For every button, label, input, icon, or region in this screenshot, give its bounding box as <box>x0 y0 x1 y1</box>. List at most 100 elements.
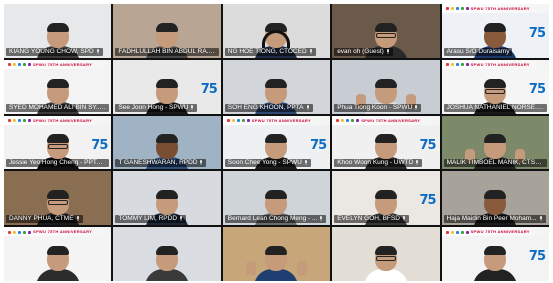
thumbs-up-hand <box>246 260 257 275</box>
confetti-icon <box>28 63 31 67</box>
participant-tile[interactable]: NG HOE TIONG, CTOCED <box>222 4 331 58</box>
microphone-icon <box>103 160 106 166</box>
confetti-icon <box>450 7 454 11</box>
confetti-icon <box>455 7 459 11</box>
participant-tile[interactable]: Phua Tiong Koon - SPWU <box>332 59 440 114</box>
confetti-icon <box>23 230 26 234</box>
confetti-icon <box>246 119 250 123</box>
microphone-icon <box>306 104 309 110</box>
microphone-icon <box>320 216 323 222</box>
banner-text: SPWU 75TH ANNIVERSARY <box>33 61 93 67</box>
participant-tile[interactable]: Haja Maidin Bin Peer Moham... <box>441 171 549 226</box>
confetti-icon <box>23 63 26 67</box>
microphone-icon <box>543 104 546 110</box>
anniversary-logo: 75 <box>200 81 218 97</box>
glasses-icon <box>485 88 506 94</box>
confetti-icon <box>351 119 355 123</box>
participant-name: Haja Maidin Bin Peer Moham... <box>446 215 537 223</box>
participant-name-label: DANNY PHUA, CTME <box>6 215 83 224</box>
anniversary-banner: SPWU 75TH ANNIVERSARY <box>4 115 112 125</box>
confetti-icon <box>241 119 245 123</box>
participant-hair <box>46 190 69 200</box>
anniversary-banner: SPWU 75TH ANNIVERSARY <box>441 4 549 13</box>
participant-tile[interactable]: TOMMY LIM, RPDD <box>113 171 221 226</box>
participant-name-label: Arasu S/O Duraisamy <box>443 47 513 56</box>
confetti-icon <box>341 119 345 123</box>
participant-hair <box>484 22 507 32</box>
confetti-icon <box>8 230 11 234</box>
participant-tile[interactable]: MALIK TIMBOEL MANIK, CTSR <box>441 115 549 170</box>
participant-hair <box>374 134 397 144</box>
participant-tile[interactable]: SPWU 75TH ANNIVERSARY <box>4 227 112 281</box>
participant-name-label: Khoo Woon Kung - UWTD <box>334 159 423 168</box>
participant-tile[interactable]: evan oh (Guest) <box>332 4 440 58</box>
participant-video-avatar <box>363 245 408 281</box>
confetti-icon <box>231 119 235 123</box>
participant-name: Soon Chee Yong - SPWU <box>227 159 302 167</box>
participant-hair <box>156 190 179 200</box>
participant-tile[interactable]: SPWU 75TH ANNIVERSARY 75 Soon Chee Yong - … <box>222 115 331 170</box>
participant-tile[interactable]: 75 EVELYN GOH, BFSD <box>332 171 440 226</box>
participant-tile[interactable]: SPWU 75TH ANNIVERSARY 75 <box>441 227 549 281</box>
confetti-icon <box>445 7 449 11</box>
participant-tile[interactable]: SOH ENG KHOON, PPTA <box>222 59 331 114</box>
anniversary-banner: SPWU 75TH ANNIVERSARY <box>441 59 549 69</box>
confetti-icon <box>455 63 459 67</box>
participant-name-label: See Joon Hong - SPWU <box>115 103 198 112</box>
participant-hair <box>265 245 288 255</box>
participant-name-label: JOSHUA NATHANIEL NORSE... <box>443 103 547 112</box>
banner-text: SPWU 75TH ANNIVERSARY <box>470 229 530 235</box>
confetti-icon <box>356 119 360 123</box>
participant-tile[interactable]: FADHLULLAH BIN ABDUL RA... <box>113 4 221 58</box>
anniversary-banner: SPWU 75TH ANNIVERSARY <box>4 227 112 237</box>
participant-tile[interactable]: 75 See Joon Hong - SPWU <box>113 59 221 114</box>
confetti-icon <box>460 7 464 11</box>
participant-hair <box>156 134 179 144</box>
anniversary-logo: 75 <box>91 137 108 153</box>
video-conference-window: KIANG YOUNG CHOW, SPD FADHLULLAH BIN ABDU… <box>4 4 549 281</box>
participant-tile[interactable] <box>222 227 331 281</box>
participant-hair <box>484 134 507 144</box>
participant-tile[interactable] <box>113 227 221 281</box>
participant-tile[interactable]: SPWU 75TH ANNIVERSARY 75 JOSHUA NATHANIEL … <box>441 59 549 114</box>
anniversary-logo: 75 <box>419 137 437 153</box>
participant-name: Phua Tiong Koon - SPWU <box>337 103 413 111</box>
participant-tile[interactable]: SPWU 75TH ANNIVERSARY 75 Arasu S/O Duraisa… <box>441 4 549 58</box>
participant-name-label: Jessie Yeo Hong Cheng - PPTA <box>6 159 110 168</box>
thumbs-up-hand <box>296 260 307 275</box>
microphone-icon <box>416 160 419 166</box>
banner-text: SPWU 75TH ANNIVERSARY <box>251 117 311 123</box>
confetti-icon <box>13 63 16 67</box>
participant-tile[interactable]: SPWU 75TH ANNIVERSARY 75 Jessie Yeo Hong C… <box>4 115 112 170</box>
confetti-icon <box>23 119 26 123</box>
participant-name-label: EVELYN GOH, BFSD <box>334 215 409 224</box>
banner-text: SPWU 75TH ANNIVERSARY <box>470 6 530 11</box>
participant-video-avatar <box>254 245 299 281</box>
banner-text: SPWU 75TH ANNIVERSARY <box>361 117 421 123</box>
participant-name-label: Phua Tiong Koon - SPWU <box>334 103 422 112</box>
participant-tile[interactable]: Bernard Lean Chong Meng - ... <box>222 171 331 226</box>
participant-name-label: Soon Chee Yong - SPWU <box>224 159 311 168</box>
participant-tile[interactable]: KIANG YOUNG CHOW, SPD <box>4 4 112 58</box>
glasses-icon <box>47 200 68 206</box>
participant-gallery-grid: KIANG YOUNG CHOW, SPD FADHLULLAH BIN ABDU… <box>4 4 549 281</box>
participant-tile[interactable]: T GANESHWARAN, RPDD <box>113 115 221 170</box>
participant-tile[interactable]: SPWU 75TH ANNIVERSARY SYED MOHAMED ALI BI… <box>4 59 112 114</box>
participant-hair <box>46 78 69 88</box>
participant-name: KIANG YOUNG CHOW, SPD <box>9 47 94 55</box>
microphone-icon <box>191 104 194 110</box>
participant-name: Bernard Lean Chong Meng - ... <box>227 215 318 223</box>
glasses-icon <box>375 255 396 261</box>
participant-hair <box>374 22 397 32</box>
confetti-icon <box>460 230 464 234</box>
anniversary-logo: 75 <box>310 137 327 153</box>
participant-tile[interactable]: DANNY PHUA, CTME <box>4 171 112 226</box>
microphone-icon <box>403 216 405 222</box>
confetti-icon <box>8 119 11 123</box>
participant-tile[interactable] <box>332 227 440 281</box>
participant-tile[interactable]: SPWU 75TH ANNIVERSARY 75 Khoo Woon Kung - … <box>332 115 440 170</box>
participant-name: T GANESHWARAN, RPDD <box>118 159 198 167</box>
confetti-icon <box>445 63 449 67</box>
microphone-icon <box>96 48 99 54</box>
microphone-icon <box>180 216 182 222</box>
